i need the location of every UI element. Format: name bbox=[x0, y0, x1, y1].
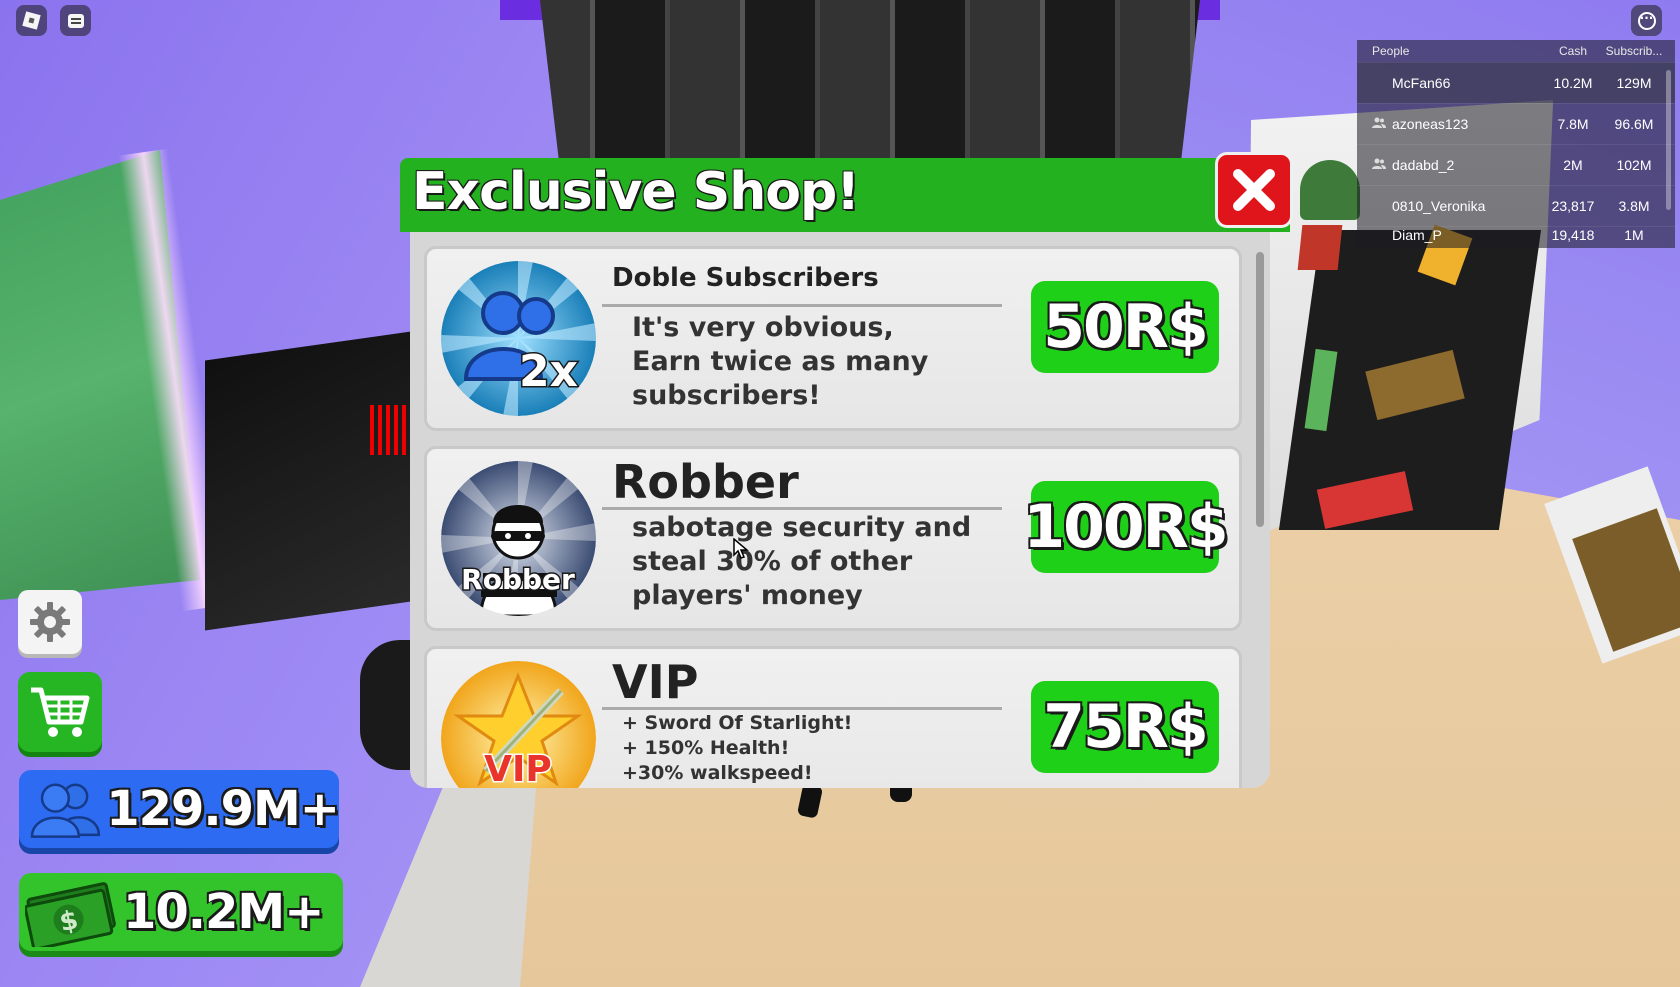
player-leaderboard: People Cash Subscrib... McFan66 10.2M 12… bbox=[1357, 40, 1675, 248]
player-name: Diam_P bbox=[1392, 227, 1442, 243]
buy-button-vip[interactable]: 75R$ bbox=[1031, 681, 1219, 773]
subscribers-value: 129.9M+ bbox=[106, 781, 340, 837]
player-cash: 7.8M bbox=[1557, 116, 1589, 132]
leaderboard-row[interactable]: 0810_Veronika 23,817 3.8M bbox=[1357, 185, 1675, 226]
gear-icon bbox=[30, 602, 70, 642]
player-cash: 23,817 bbox=[1551, 198, 1595, 214]
shop-item-list[interactable]: 2x Doble Subscribers It's very obvious, … bbox=[410, 232, 1270, 788]
player-subs: 96.6M bbox=[1614, 116, 1654, 132]
item-divider bbox=[602, 304, 1002, 307]
item-description: sabotage security and steal 30% of other… bbox=[632, 512, 972, 611]
roblox-logo-icon bbox=[22, 11, 41, 30]
leaderboard-row[interactable]: McFan66 10.2M 129M bbox=[1357, 62, 1675, 103]
subscribers-counter: 129.9M+ bbox=[19, 770, 340, 848]
vip-star-icon: VIP bbox=[441, 661, 596, 788]
player-name: dadabd_2 bbox=[1392, 157, 1455, 173]
header-people: People bbox=[1372, 44, 1410, 58]
shop-item-double-subscribers: 2x Doble Subscribers It's very obvious, … bbox=[424, 246, 1242, 431]
cash-counter: $ 10.2M+ bbox=[19, 873, 343, 951]
plant bbox=[1300, 160, 1360, 220]
mouse-cursor-icon bbox=[733, 538, 749, 559]
shop-button[interactable] bbox=[18, 672, 102, 752]
player-cash: 10.2M bbox=[1553, 75, 1593, 91]
item-description: It's very obvious, Earn twice as many su… bbox=[632, 312, 929, 411]
header-subscribers: Subscrib... bbox=[1605, 44, 1663, 58]
item-name: VIP bbox=[612, 655, 699, 709]
player-subs: 1M bbox=[1624, 227, 1644, 243]
header-cash: Cash bbox=[1558, 44, 1587, 58]
close-x-icon bbox=[1233, 169, 1275, 211]
more-options-button[interactable]: ··· bbox=[1631, 5, 1662, 36]
leaderboard-header: People Cash Subscrib... bbox=[1357, 40, 1675, 62]
item-divider bbox=[602, 507, 1002, 510]
exclusive-shop-modal: Exclusive Shop! 2x Doble Subscribers It'… bbox=[400, 152, 1293, 790]
player-cash: 19,418 bbox=[1551, 227, 1595, 243]
badge-2x: 2x bbox=[519, 346, 578, 397]
leaderboard-scrollbar[interactable] bbox=[1666, 70, 1671, 210]
leaderboard-row[interactable]: dadabd_2 2M 102M bbox=[1357, 144, 1675, 185]
roblox-menu-button[interactable] bbox=[16, 5, 47, 36]
shop-item-robber: Robber Robber sabotage security and stea… bbox=[424, 446, 1242, 631]
more-options-icon: ··· bbox=[1637, 11, 1656, 30]
cash-value: 10.2M+ bbox=[123, 884, 324, 940]
player-cash: 2M bbox=[1563, 157, 1583, 173]
shop-item-vip: VIP VIP + Sword Of Starlight! + 150% Hea… bbox=[424, 646, 1242, 788]
people-icon bbox=[30, 783, 101, 838]
player-subs: 102M bbox=[1616, 157, 1652, 173]
perk-line: + 150% Health! bbox=[622, 737, 790, 759]
chat-icon bbox=[67, 13, 84, 28]
shopping-cart-icon bbox=[31, 687, 90, 737]
item-name: Doble Subscribers bbox=[612, 263, 879, 293]
player-name: 0810_Veronika bbox=[1392, 198, 1486, 214]
shop-titlebar: Exclusive Shop! bbox=[400, 158, 1290, 232]
item-name: Robber bbox=[612, 455, 799, 509]
shop-title: Exclusive Shop! bbox=[412, 162, 860, 222]
close-shop-button[interactable] bbox=[1215, 152, 1293, 228]
settings-button[interactable] bbox=[18, 590, 82, 654]
player-subs: 129M bbox=[1616, 75, 1652, 91]
item-divider bbox=[602, 707, 1002, 710]
badge-vip: VIP bbox=[484, 749, 552, 788]
shop-scrollbar[interactable] bbox=[1256, 252, 1264, 527]
pc-case bbox=[205, 329, 425, 631]
friend-icon bbox=[1372, 158, 1388, 173]
buy-button-double-subscribers[interactable]: 50R$ bbox=[1031, 281, 1219, 373]
badge-robber: Robber bbox=[461, 563, 575, 596]
player-subs: 3.8M bbox=[1618, 198, 1650, 214]
acoustic-panels bbox=[540, 0, 1200, 170]
player-name: McFan66 bbox=[1392, 75, 1451, 91]
player-name: azoneas123 bbox=[1392, 116, 1469, 132]
buy-button-robber[interactable]: 100R$ bbox=[1023, 481, 1229, 573]
friend-icon bbox=[1372, 117, 1388, 132]
leaderboard-row[interactable]: azoneas123 7.8M 96.6M bbox=[1357, 103, 1675, 144]
item-perks: + Sword Of Starlight! + 150% Health! +30… bbox=[622, 711, 962, 786]
perk-line: + Sword Of Starlight! bbox=[622, 712, 853, 734]
perk-line: +30% walkspeed! bbox=[622, 762, 813, 784]
plant-pot bbox=[1297, 225, 1343, 270]
chat-button[interactable] bbox=[60, 5, 91, 36]
cash-icon: $ bbox=[25, 882, 116, 947]
leaderboard-row[interactable]: Diam_P 19,418 1M bbox=[1357, 226, 1675, 247]
double-subscribers-icon: 2x bbox=[441, 261, 596, 416]
robber-icon: Robber bbox=[441, 461, 596, 616]
